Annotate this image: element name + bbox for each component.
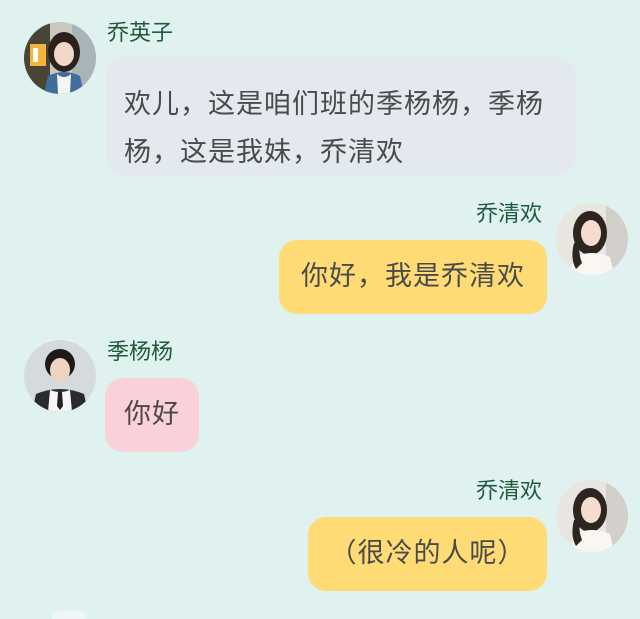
- girl-portrait-avatar-icon: [556, 480, 628, 552]
- girl-portrait-avatar-icon: [556, 203, 628, 275]
- avatar-ji-yangyang[interactable]: [24, 340, 96, 412]
- sender-name: 乔清欢: [476, 202, 543, 227]
- avatar-qiao-qinghuan[interactable]: [556, 480, 628, 552]
- avatar-qiao-yingzi[interactable]: [24, 22, 96, 94]
- sender-name: 季杨杨: [107, 340, 174, 365]
- next-message-fragment: [52, 611, 86, 619]
- boy-portrait-avatar-icon: [24, 340, 96, 412]
- message-bubble[interactable]: 你好: [105, 378, 199, 452]
- sender-name: 乔清欢: [476, 479, 543, 504]
- message-bubble[interactable]: （很冷的人呢）: [308, 517, 547, 591]
- avatar-qiao-qinghuan[interactable]: [556, 203, 628, 275]
- message-bubble[interactable]: 你好，我是乔清欢: [279, 240, 547, 314]
- message-bubble[interactable]: 欢儿，这是咱们班的季杨杨，季杨杨，这是我妹，乔清欢: [106, 57, 576, 175]
- girl-portrait-avatar-icon: [24, 22, 96, 94]
- sender-name: 乔英子: [107, 21, 174, 46]
